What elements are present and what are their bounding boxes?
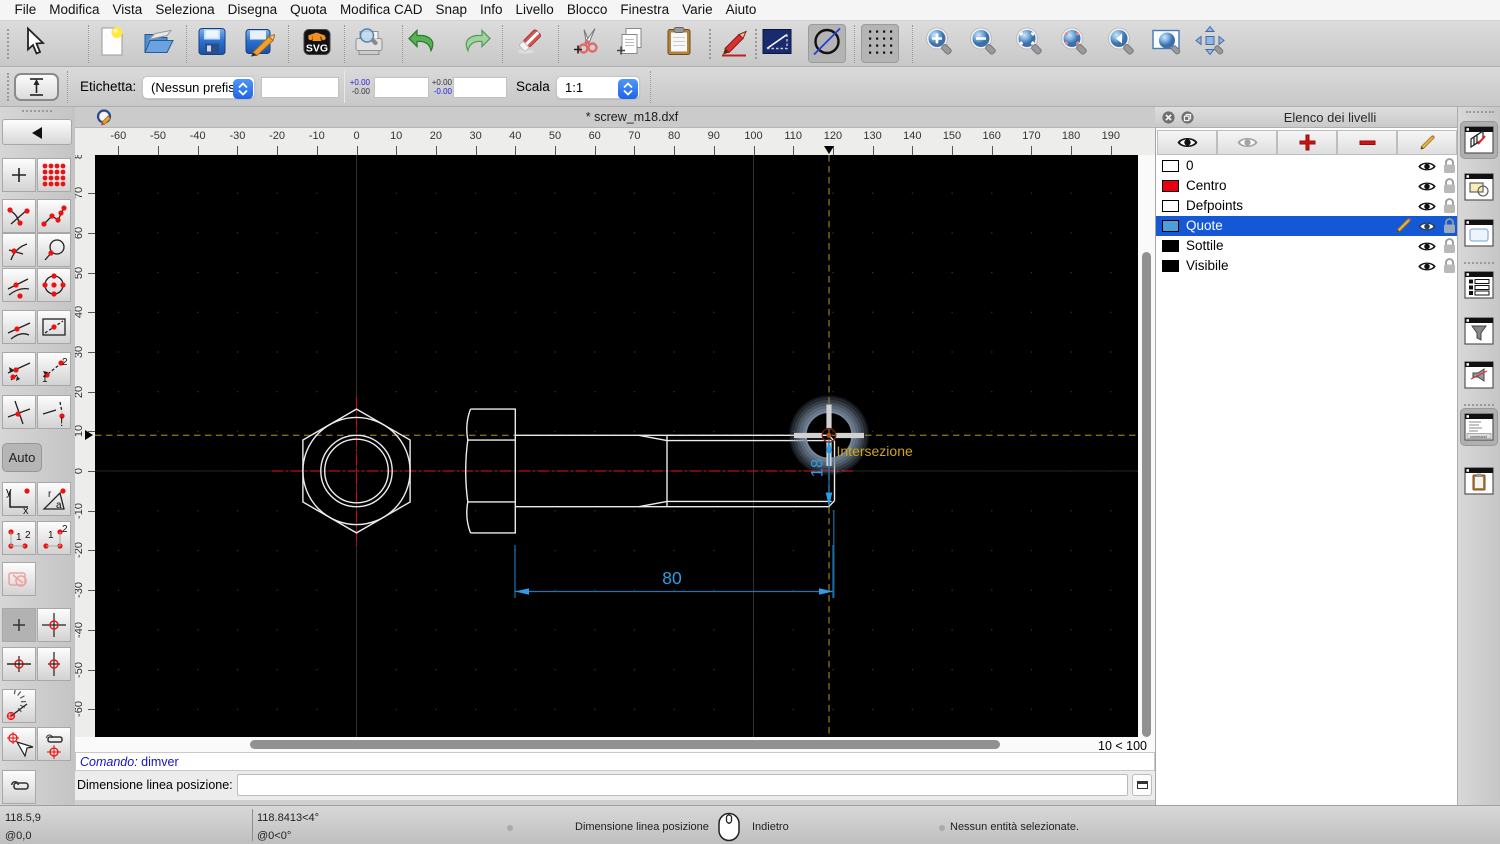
svg-text:1: 1: [48, 530, 54, 541]
svg-text:x: x: [23, 505, 29, 515]
svg-text:SVG: SVG: [306, 43, 328, 55]
svg-text:Intersezione: Intersezione: [837, 443, 913, 459]
svg-text:2: 2: [62, 524, 68, 535]
svg-text:18: 18: [809, 459, 827, 477]
svg-text:command: command: [1470, 435, 1487, 439]
svg-text:1: 1: [16, 532, 22, 543]
svg-text:y: y: [6, 486, 12, 498]
svg-text:a: a: [56, 500, 62, 511]
svg-text:2: 2: [62, 357, 68, 368]
svg-text:r: r: [48, 489, 52, 500]
svg-text:80: 80: [662, 568, 682, 588]
svg-text:1: 1: [42, 374, 48, 385]
svg-text:2: 2: [25, 530, 31, 541]
svg-text:!: !: [60, 415, 63, 428]
